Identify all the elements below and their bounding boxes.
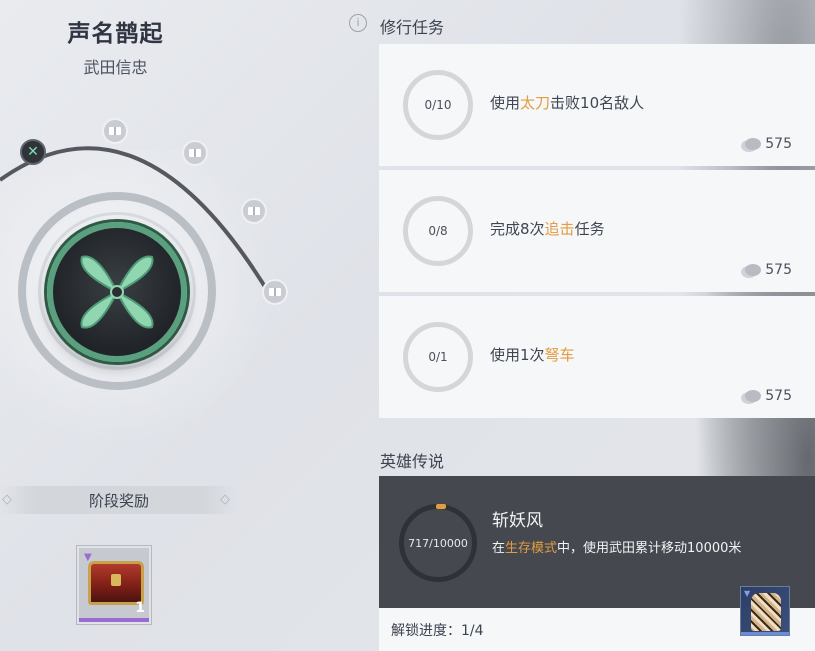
task-reward: 575 (745, 388, 792, 404)
reward-box-icon (269, 288, 281, 296)
coin-icon (745, 390, 762, 402)
task-progress-ring: 0/1 (403, 322, 473, 392)
task-reward: 575 (745, 136, 792, 152)
task-description: 使用太刀击败10名敌人 (490, 94, 645, 112)
stage-node-3[interactable] (182, 140, 208, 166)
reward-box-icon (109, 127, 121, 135)
stage-node-5[interactable] (262, 279, 288, 305)
task-description: 使用1次弩车 (490, 346, 575, 364)
hero-emblem[interactable] (47, 222, 187, 362)
stage-node-2[interactable] (102, 118, 128, 144)
stage-reward-header: ◇ 阶段奖励 ◇ (0, 486, 238, 514)
treasure-chest-icon (88, 561, 144, 605)
stage-reward-label: 阶段奖励 (88, 491, 149, 510)
emblem-x-icon: ✕ (27, 144, 39, 160)
hero-progress-ring: 717/10000 (399, 504, 477, 582)
info-icon[interactable]: i (349, 14, 367, 32)
stage-reward-item[interactable]: ▼ 1 (77, 546, 151, 624)
rarity-bar (741, 632, 789, 635)
coin-icon (745, 138, 762, 150)
tasks-section-title: 修行任务 (380, 18, 445, 37)
jacket-reward-item[interactable]: ▼ (740, 586, 790, 636)
hero-legend-title: 斩妖风 (492, 511, 543, 531)
rarity-mark-icon: ▼ (744, 589, 751, 598)
hero-legend-description: 在生存模式中，使用武田累计移动10000米 (492, 541, 742, 556)
unlock-progress-text: 解锁进度：1/4 (391, 623, 484, 639)
task-progress-ring: 0/10 (403, 70, 473, 140)
task-progress-ring: 0/8 (403, 196, 473, 266)
task-card[interactable]: 0/10 使用太刀击败10名敌人 575 (379, 44, 815, 166)
task-reward: 575 (745, 262, 792, 278)
hero-name: 武田信忠 (83, 58, 148, 77)
reward-box-icon (189, 149, 201, 157)
reward-box-icon (248, 207, 260, 215)
stage-node-1[interactable]: ✕ (20, 139, 46, 165)
hero-section-title: 英雄传说 (380, 452, 445, 471)
rarity-bar (79, 618, 149, 622)
leaf-cross-icon (80, 255, 154, 329)
stage-node-4[interactable] (241, 198, 267, 224)
diamond-icon: ◇ (220, 492, 230, 507)
coin-icon (745, 264, 762, 276)
task-card[interactable]: 0/1 使用1次弩车 575 (379, 296, 815, 418)
task-card[interactable]: 0/8 完成8次追击任务 575 (379, 170, 815, 292)
reward-quantity: 1 (135, 600, 145, 616)
diamond-icon: ◇ (2, 492, 12, 507)
task-description: 完成8次追击任务 (490, 220, 605, 238)
page-title: 声名鹊起 (67, 21, 164, 47)
